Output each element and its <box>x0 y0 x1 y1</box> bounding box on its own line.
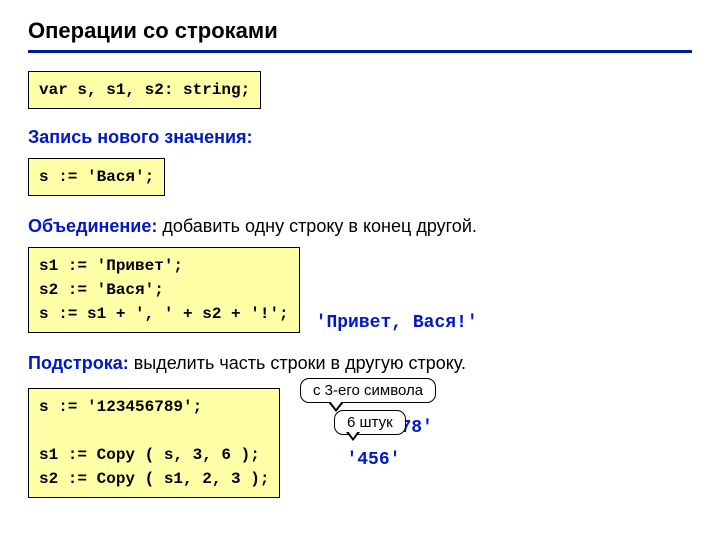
section-assign: Запись нового значения: s := 'Вася'; <box>28 127 692 206</box>
section-concat: Объединение: добавить одну строку в коне… <box>28 216 692 343</box>
heading-assign: Запись нового значения: <box>28 127 692 148</box>
code-substring: s := '123456789'; s1 := Copy ( s, 3, 6 )… <box>28 388 280 498</box>
callout-from-char: с 3-его символа <box>300 378 436 403</box>
code-concat: s1 := 'Привет'; s2 := 'Вася'; s := s1 + … <box>28 247 300 333</box>
code-declaration: var s, s1, s2: string; <box>28 71 261 109</box>
heading-substring-rest: выделить часть строки в другую строку. <box>129 353 466 373</box>
result-copy2: '456' <box>346 450 432 470</box>
page-title: Операции со строками <box>28 18 692 53</box>
heading-substring-bold: Подстрока: <box>28 353 129 373</box>
heading-concat-bold: Объединение: <box>28 216 157 236</box>
result-concat: 'Привет, Вася!' <box>316 313 478 343</box>
callout-count-tail <box>346 432 360 441</box>
heading-substring: Подстрока: выделить часть строки в другу… <box>28 353 692 374</box>
section-substring: Подстрока: выделить часть строки в другу… <box>28 353 692 508</box>
heading-concat-rest: добавить одну строку в конец другой. <box>157 216 477 236</box>
heading-concat: Объединение: добавить одну строку в коне… <box>28 216 692 237</box>
declaration-block: var s, s1, s2: string; <box>28 67 692 119</box>
code-assign: s := 'Вася'; <box>28 158 165 196</box>
callout-count: 6 штук <box>334 410 406 435</box>
